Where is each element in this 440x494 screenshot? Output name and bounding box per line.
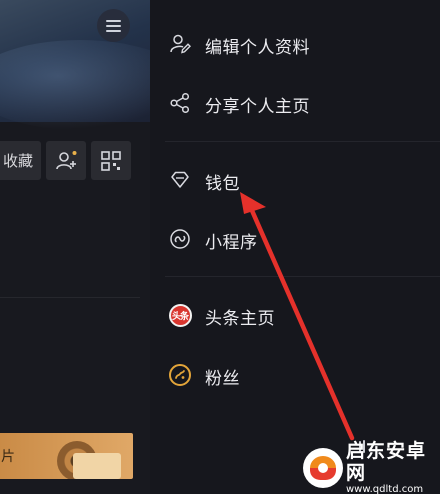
watermark-url: www.qdltd.com xyxy=(346,484,424,494)
qr-code-button[interactable] xyxy=(91,141,131,180)
profile-page-background: 收藏 片 xyxy=(0,0,150,494)
favorites-label: 收藏 xyxy=(2,152,33,170)
add-friend-icon xyxy=(56,150,77,169)
diamond-wallet-icon xyxy=(168,168,192,192)
watermark-logo xyxy=(303,448,343,488)
mini-program-icon xyxy=(168,227,192,251)
watermark-title: 启东安卓网 xyxy=(346,440,427,484)
fans-icon xyxy=(169,364,191,386)
drawer-item-fans[interactable]: 粉丝 xyxy=(150,351,440,399)
promo-box-image xyxy=(73,453,121,479)
edit-profile-icon xyxy=(168,32,192,56)
add-friend-button[interactable] xyxy=(46,141,86,180)
drawer-item-label: 分享个人主页 xyxy=(205,97,310,117)
promo-card-label: 片 xyxy=(1,449,15,465)
menu-button[interactable] xyxy=(97,9,130,42)
drawer-item-label: 钱包 xyxy=(205,174,240,194)
drawer-item-label: 小程序 xyxy=(205,233,258,253)
drawer-item-label: 头条主页 xyxy=(205,309,275,329)
qr-code-icon xyxy=(101,150,121,171)
drawer-item-label: 编辑个人资料 xyxy=(205,38,310,58)
drawer-item-mini-program[interactable]: 小程序 xyxy=(150,215,440,263)
toutiao-logo-icon: 头条 xyxy=(168,303,192,327)
promo-card[interactable]: 片 xyxy=(0,433,133,479)
drawer-item-label: 粉丝 xyxy=(205,369,240,389)
divider xyxy=(165,141,440,142)
drawer-item-wallet[interactable]: 钱包 xyxy=(150,156,440,204)
share-icon xyxy=(168,91,192,115)
drawer-item-edit-profile[interactable]: 编辑个人资料 xyxy=(150,20,440,68)
side-drawer-menu: 编辑个人资料 分享个人主页 钱包 小程序 头条 头条主页 粉丝 xyxy=(150,0,440,494)
drawer-item-share-profile[interactable]: 分享个人主页 xyxy=(150,79,440,127)
hamburger-menu-icon xyxy=(106,19,121,32)
site-watermark: 启东安卓网 www.qdltd.com xyxy=(303,440,440,494)
drawer-item-toutiao-homepage[interactable]: 头条 头条主页 xyxy=(150,291,440,339)
favorites-button[interactable]: 收藏 xyxy=(0,141,41,180)
divider xyxy=(165,276,440,277)
divider xyxy=(0,297,140,298)
